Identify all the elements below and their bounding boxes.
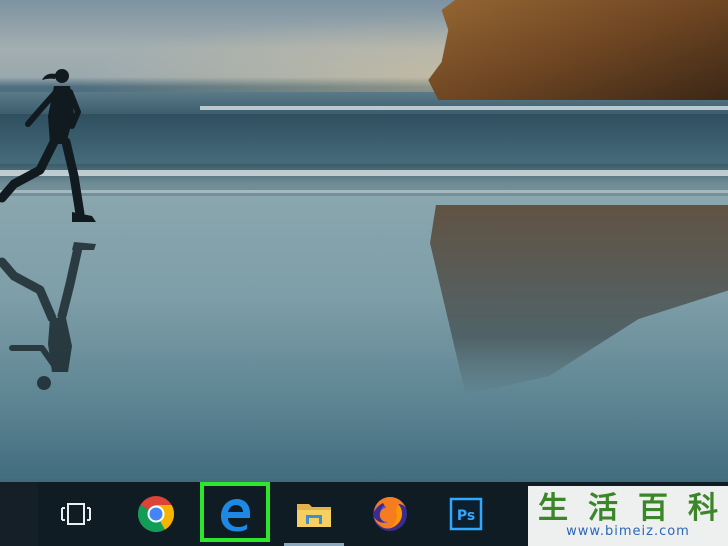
desktop-wallpaper <box>0 0 728 482</box>
runner-silhouette <box>0 69 96 222</box>
chrome-taskbar-button[interactable] <box>118 482 194 546</box>
watermark: 生 活 百 科 www.bimeiz.com <box>528 486 728 546</box>
chrome-icon <box>137 496 175 533</box>
taskbar-edge <box>0 482 38 546</box>
wave-foam <box>0 170 728 176</box>
wave-foam <box>0 190 728 193</box>
task-view-icon <box>61 503 91 525</box>
task-view-button[interactable] <box>38 482 114 546</box>
watermark-char: 百 <box>638 491 668 526</box>
wave-foam <box>200 106 728 110</box>
watermark-char: 科 <box>688 491 718 526</box>
watermark-char: 活 <box>588 491 618 526</box>
runner-reflection <box>0 242 96 390</box>
edge-highlight-box <box>200 482 270 542</box>
folder-icon <box>297 504 331 527</box>
sea-near <box>0 114 728 164</box>
sea-rock <box>428 0 728 100</box>
firefox-taskbar-button[interactable] <box>352 482 428 546</box>
photoshop-icon-label: Ps <box>457 508 475 524</box>
file-explorer-taskbar-button[interactable] <box>276 482 352 546</box>
photoshop-icon: Ps <box>449 497 483 531</box>
watermark-char: 生 <box>538 491 568 526</box>
photoshop-taskbar-button[interactable]: Ps <box>428 482 504 546</box>
watermark-logo: 生 活 百 科 <box>528 486 728 526</box>
watermark-url: www.bimeiz.com <box>566 524 690 539</box>
firefox-icon <box>373 497 407 531</box>
